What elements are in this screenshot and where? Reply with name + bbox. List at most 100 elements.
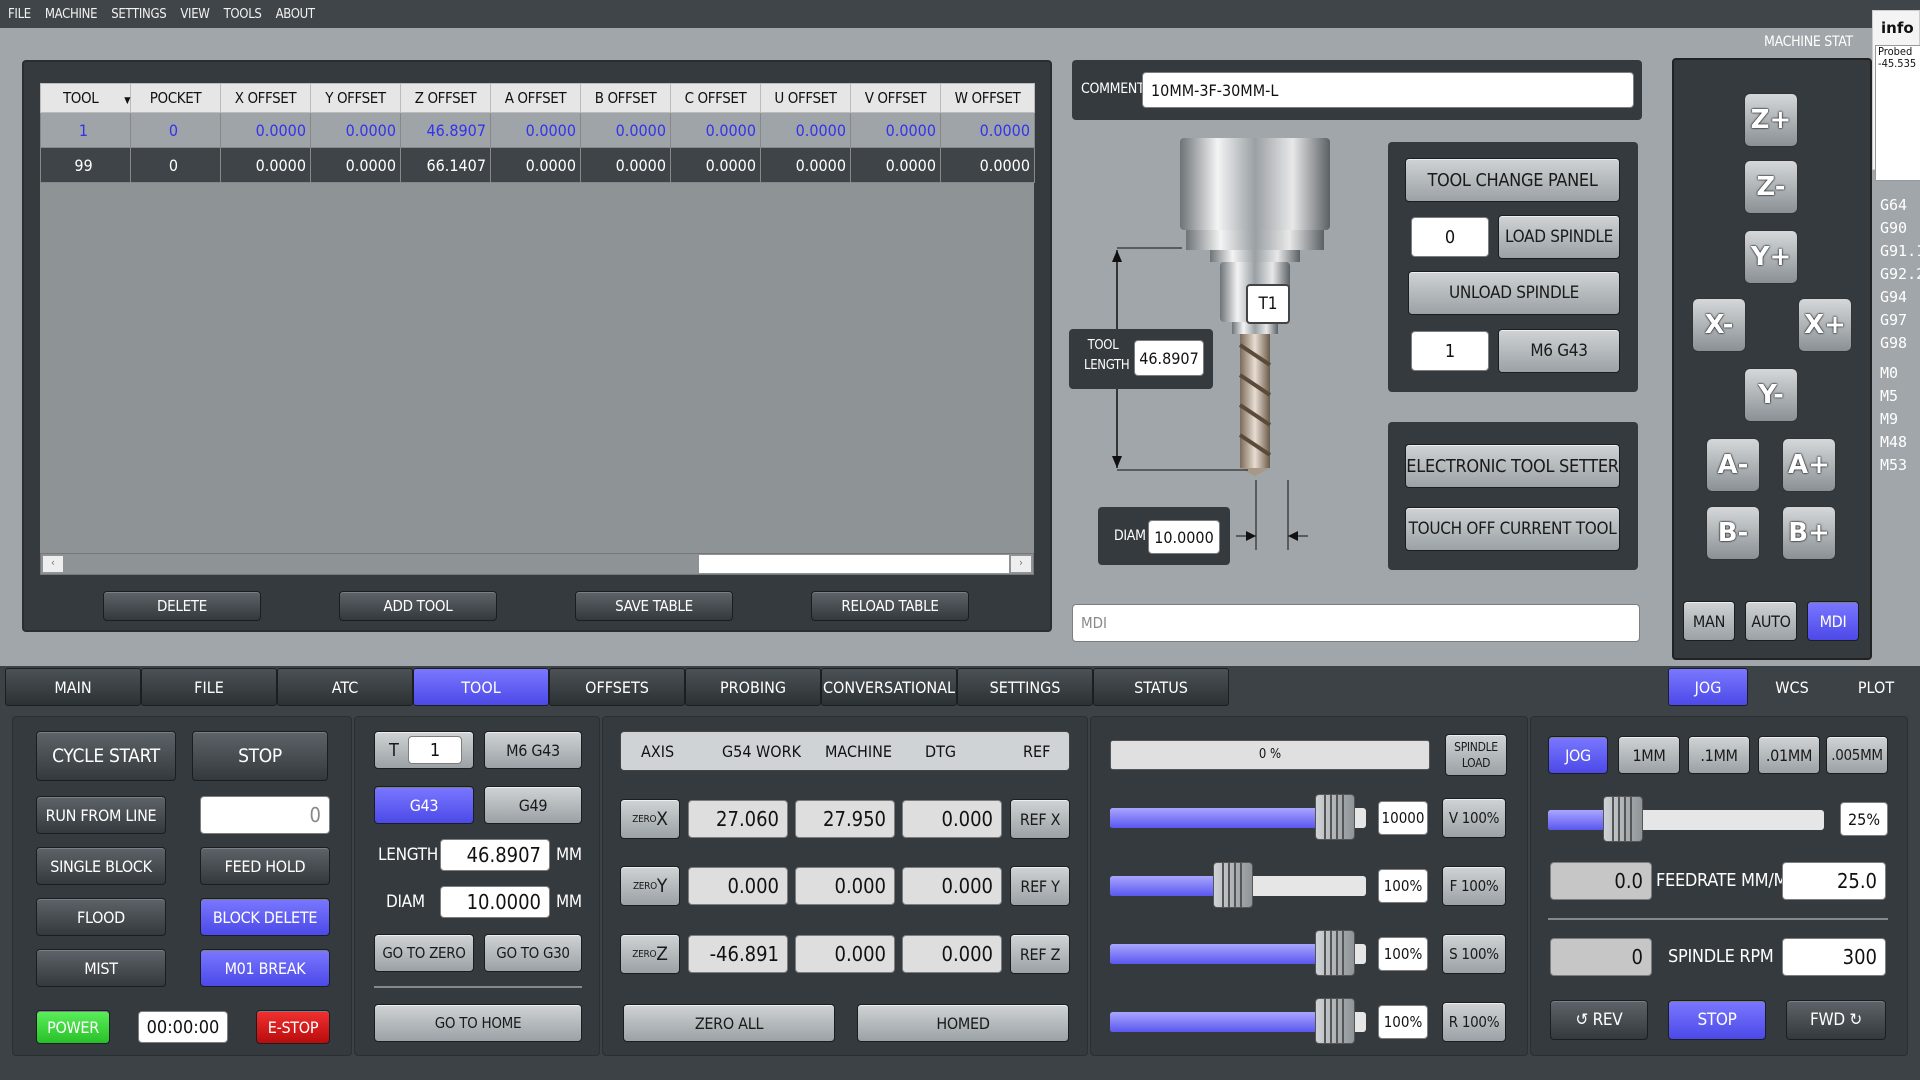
unload-spindle-button[interactable]: UNLOAD SPINDLE <box>1408 271 1620 315</box>
table-horizontal-scrollbar[interactable]: ‹ › <box>40 553 1034 575</box>
go-to-zero-button[interactable]: GO TO ZERO <box>374 934 474 972</box>
diam-field[interactable]: 10.0000 <box>1148 520 1220 554</box>
jog-z-plus-button[interactable]: Z+ <box>1744 93 1798 147</box>
go-to-g30-button[interactable]: GO TO G30 <box>484 934 582 972</box>
table-cell[interactable]: 0.0000 <box>940 112 1035 148</box>
touch-off-current-tool-button[interactable]: TOUCH OFF CURRENT TOOL <box>1405 507 1620 551</box>
tab-offsets[interactable]: OFFSETS <box>549 668 685 706</box>
table-cell[interactable]: 0.0000 <box>850 147 941 183</box>
rpm-set-field[interactable]: 300 <box>1782 938 1886 976</box>
tab-plot[interactable]: PLOT <box>1836 668 1916 706</box>
tab-probing[interactable]: PROBING <box>685 668 821 706</box>
zero-all-button[interactable]: ZERO ALL <box>623 1004 835 1042</box>
flood-button[interactable]: FLOOD <box>36 898 166 936</box>
stop-button[interactable]: STOP <box>192 731 328 781</box>
column-header[interactable]: U OFFSET <box>760 83 851 113</box>
zero-z-button[interactable]: ZERO Z <box>620 934 680 974</box>
table-cell[interactable]: 0 <box>130 112 221 148</box>
tool-length-field[interactable]: 46.8907 <box>1134 340 1204 376</box>
save-table-button[interactable]: SAVE TABLE <box>575 591 733 621</box>
feed-override-reset-button[interactable]: F 100% <box>1442 866 1506 906</box>
jog-x-minus-button[interactable]: X- <box>1692 298 1746 352</box>
table-cell[interactable]: 0.0000 <box>580 147 671 183</box>
tab-atc[interactable]: ATC <box>277 668 413 706</box>
jog-z-minus-button[interactable]: Z- <box>1744 160 1798 214</box>
feed-set-field[interactable]: 25.0 <box>1782 862 1886 900</box>
slider-knob[interactable] <box>1315 930 1355 976</box>
jog-b-minus-button[interactable]: B- <box>1706 506 1760 560</box>
spindle-reverse-button[interactable]: ↺ REV <box>1550 1000 1648 1040</box>
table-cell[interactable]: 46.8907 <box>400 112 491 148</box>
jog-01mm-button[interactable]: .1MM <box>1688 736 1750 774</box>
table-cell[interactable]: 0.0000 <box>670 112 761 148</box>
column-header[interactable]: V OFFSET <box>850 83 941 113</box>
power-button[interactable]: POWER <box>36 1010 110 1044</box>
table-cell[interactable]: 0.0000 <box>220 112 311 148</box>
table-cell[interactable]: 0.0000 <box>580 112 671 148</box>
mdi-input[interactable]: MDI <box>1072 604 1640 642</box>
jog-001mm-button[interactable]: .01MM <box>1758 736 1820 774</box>
ref-x-button[interactable]: REF X <box>1010 799 1070 839</box>
jog-b-plus-button[interactable]: B+ <box>1782 506 1836 560</box>
add-tool-button[interactable]: ADD TOOL <box>339 591 497 621</box>
menu-settings[interactable]: SETTINGS <box>111 7 166 22</box>
g43-button[interactable]: G43 <box>374 786 474 824</box>
rapid-override-slider[interactable] <box>1110 998 1366 1044</box>
column-header[interactable]: Z OFFSET <box>400 83 491 113</box>
m6-tool-field[interactable]: 1 <box>1411 331 1489 371</box>
jog-a-plus-button[interactable]: A+ <box>1782 438 1836 492</box>
table-row[interactable]: 99 0 0.0000 0.0000 66.1407 0.0000 0.0000… <box>40 147 1035 183</box>
jog-x-plus-button[interactable]: X+ <box>1798 298 1852 352</box>
spindle-load-button[interactable]: SPINDLE LOAD <box>1445 734 1507 776</box>
feed-override-slider[interactable] <box>1110 862 1366 908</box>
mode-auto-button[interactable]: AUTO <box>1745 601 1797 641</box>
menu-machine[interactable]: MACHINE <box>45 7 98 22</box>
scroll-left-icon[interactable]: ‹ <box>43 556 63 572</box>
electronic-tool-setter-button[interactable]: ELECTRONIC TOOL SETTER <box>1405 444 1620 488</box>
tool-select-field[interactable]: 1 <box>408 736 462 764</box>
column-header[interactable]: W OFFSET <box>940 83 1035 113</box>
jog-y-minus-button[interactable]: Y- <box>1744 368 1798 422</box>
tab-file[interactable]: FILE <box>141 668 277 706</box>
column-header[interactable]: Y OFFSET <box>310 83 401 113</box>
spindle-stop-button[interactable]: STOP <box>1668 1000 1766 1040</box>
menu-about[interactable]: ABOUT <box>276 7 316 22</box>
velocity-override-slider[interactable] <box>1110 794 1366 840</box>
table-cell[interactable]: 0.0000 <box>310 112 401 148</box>
slider-knob[interactable] <box>1315 794 1355 840</box>
zero-y-button[interactable]: ZERO Y <box>620 866 680 906</box>
jog-1mm-button[interactable]: 1MM <box>1618 736 1680 774</box>
g49-button[interactable]: G49 <box>484 786 582 824</box>
tab-main[interactable]: MAIN <box>5 668 141 706</box>
delete-tool-button[interactable]: DELETE <box>103 591 261 621</box>
slider-knob[interactable] <box>1603 796 1643 842</box>
tab-wcs[interactable]: WCS <box>1752 668 1832 706</box>
load-spindle-button[interactable]: LOAD SPINDLE <box>1498 215 1620 259</box>
mode-mdi-button[interactable]: MDI <box>1807 601 1859 641</box>
cycle-start-button[interactable]: CYCLE START <box>36 731 176 781</box>
m01-break-button[interactable]: M01 BREAK <box>200 949 330 987</box>
slider-knob[interactable] <box>1213 862 1253 908</box>
estop-button[interactable]: E-STOP <box>256 1010 330 1044</box>
velocity-override-reset-button[interactable]: V 100% <box>1442 798 1506 838</box>
block-delete-button[interactable]: BLOCK DELETE <box>200 898 330 936</box>
column-header[interactable]: B OFFSET <box>580 83 671 113</box>
tool-table[interactable]: TOOL ▼ POCKET X OFFSET Y OFFSET Z OFFSET… <box>40 83 1035 553</box>
spindle-override-reset-button[interactable]: S 100% <box>1442 934 1506 974</box>
tab-conversational[interactable]: CONVERSATIONAL <box>821 668 957 706</box>
jog-0005mm-button[interactable]: .005MM <box>1826 736 1888 774</box>
scrollbar-thumb[interactable] <box>699 555 1009 573</box>
column-header[interactable]: POCKET <box>130 83 221 113</box>
table-cell[interactable]: 1 <box>40 112 131 148</box>
mode-manual-button[interactable]: MAN <box>1683 601 1735 641</box>
m6-g43-quick-button[interactable]: M6 G43 <box>484 731 582 769</box>
column-header[interactable]: TOOL ▼ <box>40 83 131 113</box>
menu-view[interactable]: VIEW <box>180 7 210 22</box>
tab-jog[interactable]: JOG <box>1668 668 1748 706</box>
spindle-override-slider[interactable] <box>1110 930 1366 976</box>
table-cell[interactable]: 0.0000 <box>490 112 581 148</box>
table-cell[interactable]: 0.0000 <box>490 147 581 183</box>
single-block-button[interactable]: SINGLE BLOCK <box>36 847 166 885</box>
table-cell[interactable]: 0.0000 <box>760 112 851 148</box>
table-cell[interactable]: 66.1407 <box>400 147 491 183</box>
